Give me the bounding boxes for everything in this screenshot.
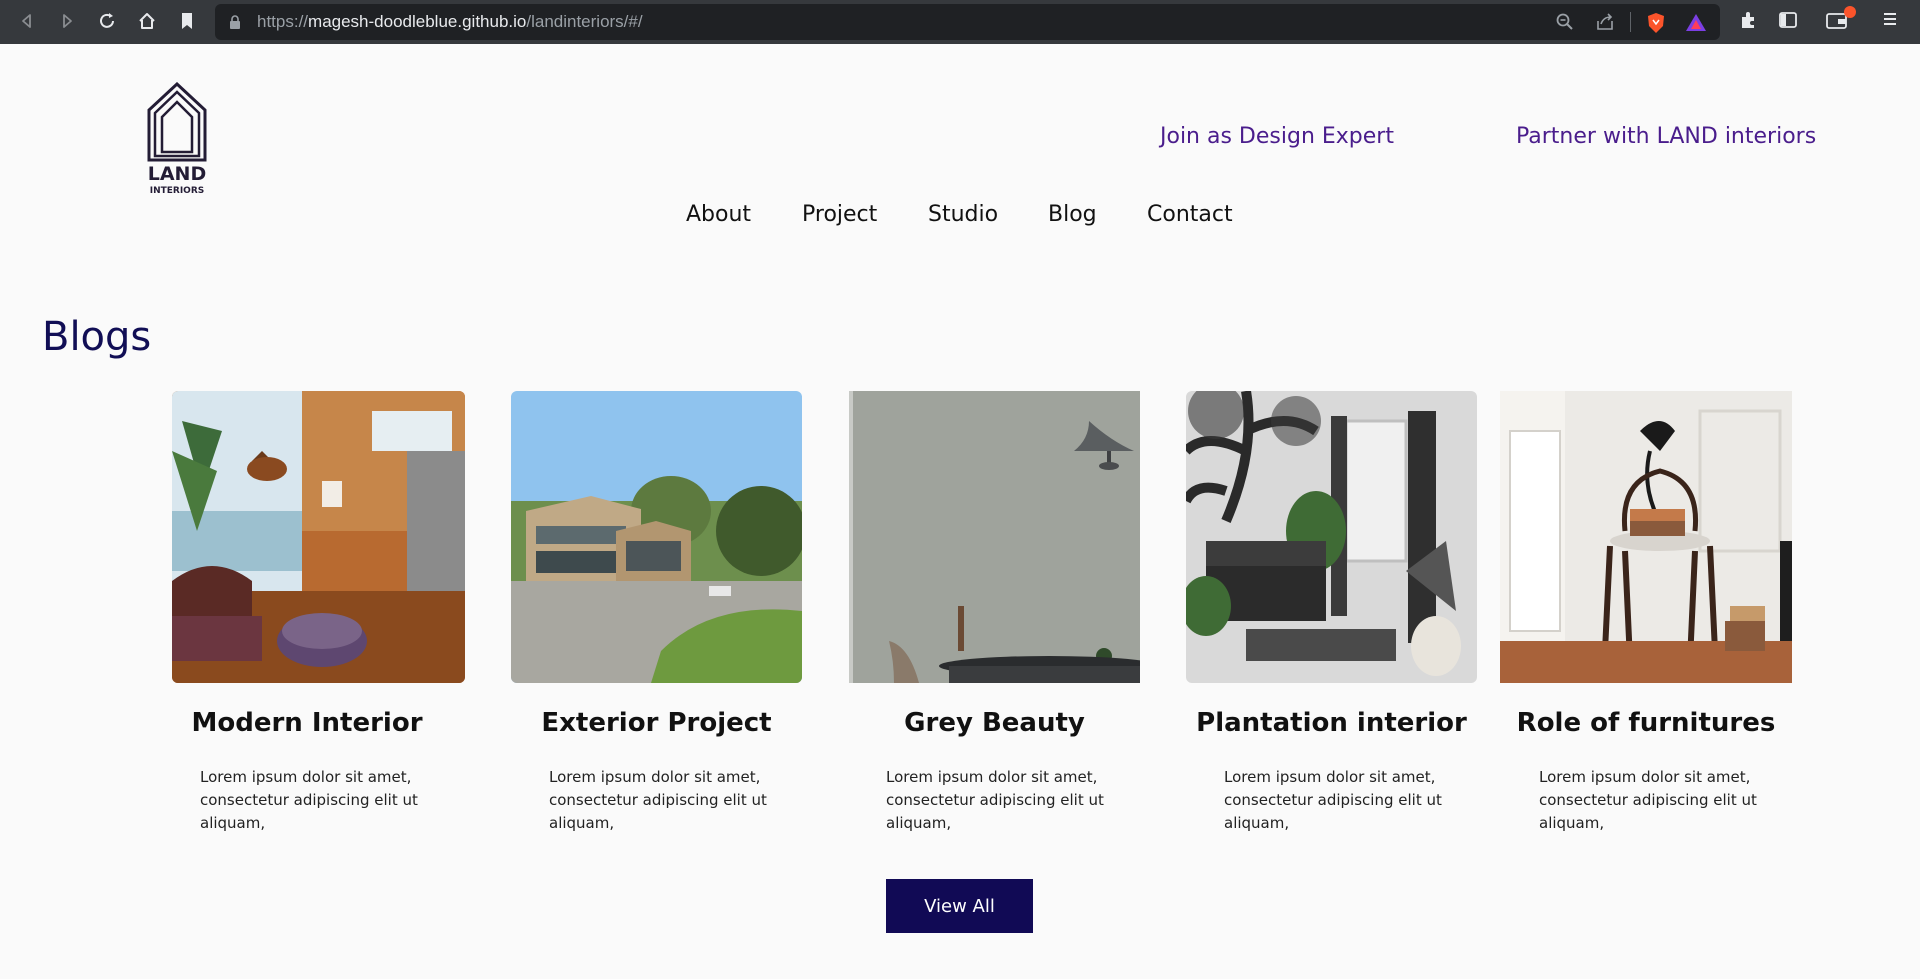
nav-blog[interactable]: Blog bbox=[1048, 202, 1097, 227]
card-title[interactable]: Exterior Project bbox=[511, 708, 802, 738]
blog-image-exterior-project[interactable] bbox=[511, 391, 802, 683]
blog-image-modern-interior[interactable] bbox=[172, 391, 465, 683]
zoom-icon[interactable] bbox=[1555, 12, 1575, 36]
share-icon[interactable] bbox=[1595, 12, 1615, 36]
card-title[interactable]: Grey Beauty bbox=[849, 708, 1140, 738]
blog-image-grey-beauty[interactable] bbox=[849, 391, 1140, 683]
extensions-icon[interactable] bbox=[1738, 10, 1758, 34]
notification-badge bbox=[1844, 6, 1856, 18]
card-title[interactable]: Role of furnitures bbox=[1500, 708, 1792, 738]
home-icon[interactable] bbox=[136, 10, 158, 32]
bookmark-icon[interactable] bbox=[176, 10, 198, 32]
lock-icon bbox=[229, 14, 241, 33]
page: LAND INTERIORS Join as Design Expert Par… bbox=[0, 44, 1920, 979]
logo-text-interiors: INTERIORS bbox=[150, 186, 205, 196]
browser-toolbar: https://magesh-doodleblue.github.io/land… bbox=[0, 0, 1920, 44]
card-excerpt: Lorem ipsum dolor sit amet, consectetur … bbox=[886, 768, 1104, 832]
card-excerpt: Lorem ipsum dolor sit amet, consectetur … bbox=[200, 768, 418, 832]
blog-image-plantation-interior[interactable] bbox=[1186, 391, 1477, 683]
nav-project[interactable]: Project bbox=[802, 202, 877, 227]
back-icon[interactable] bbox=[16, 10, 38, 32]
partner-link[interactable]: Partner with LAND interiors bbox=[1516, 124, 1816, 149]
card-title[interactable]: Plantation interior bbox=[1186, 708, 1477, 738]
nav-contact[interactable]: Contact bbox=[1147, 202, 1233, 227]
nav-about[interactable]: About bbox=[686, 202, 751, 227]
nav-studio[interactable]: Studio bbox=[928, 202, 998, 227]
land-interiors-logo[interactable]: LAND INTERIORS bbox=[145, 81, 209, 197]
blogs-heading: Blogs bbox=[42, 314, 152, 360]
address-bar[interactable]: https://magesh-doodleblue.github.io/land… bbox=[215, 4, 1720, 40]
brave-rewards-icon[interactable] bbox=[1685, 12, 1707, 38]
card-excerpt: Lorem ipsum dolor sit amet, consectetur … bbox=[1539, 768, 1757, 832]
card-title[interactable]: Modern Interior bbox=[172, 708, 442, 738]
blog-image-role-of-furnitures[interactable] bbox=[1500, 391, 1792, 683]
brave-shield-icon[interactable] bbox=[1645, 12, 1667, 38]
card-excerpt: Lorem ipsum dolor sit amet, consectetur … bbox=[549, 768, 767, 832]
divider bbox=[1630, 12, 1631, 32]
logo-text-land: LAND bbox=[148, 163, 206, 185]
join-design-expert-link[interactable]: Join as Design Expert bbox=[1160, 124, 1394, 149]
reload-icon[interactable] bbox=[96, 10, 118, 32]
url-text: https://magesh-doodleblue.github.io/land… bbox=[257, 12, 643, 31]
card-excerpt: Lorem ipsum dolor sit amet, consectetur … bbox=[1224, 768, 1442, 832]
menu-icon[interactable] bbox=[1882, 10, 1898, 32]
forward-icon[interactable] bbox=[56, 10, 78, 32]
view-all-button[interactable]: View All bbox=[886, 879, 1033, 933]
sidebar-icon[interactable] bbox=[1778, 10, 1798, 34]
